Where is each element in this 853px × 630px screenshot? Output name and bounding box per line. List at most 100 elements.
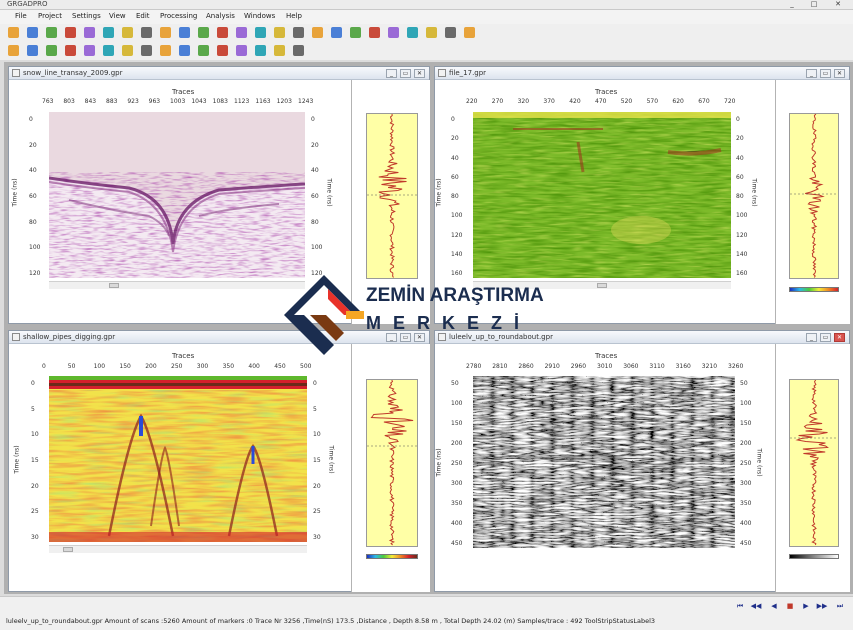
print-icon[interactable] — [46, 27, 57, 38]
dig-icon[interactable] — [179, 45, 190, 56]
filter-icon[interactable] — [8, 45, 19, 56]
nav-next-button[interactable]: ▶ — [800, 602, 812, 611]
screen-icon[interactable] — [274, 45, 285, 56]
nav-first-button[interactable]: ⏮ — [734, 602, 746, 611]
y-tick-label-right: 40 — [736, 154, 744, 162]
table-icon[interactable] — [179, 27, 190, 38]
y-tick-label-right: 20 — [736, 135, 744, 143]
menu-view[interactable]: View — [109, 12, 126, 20]
flag-icon[interactable] — [388, 27, 399, 38]
undo-icon[interactable] — [236, 27, 247, 38]
radar-window-shallow-pipes[interactable]: shallow_pipes_digging.gpr _ ▭ ✕ Traces T… — [8, 330, 430, 592]
marker-icon[interactable] — [141, 45, 152, 56]
menu-processing[interactable]: Processing — [160, 12, 197, 20]
cut-icon[interactable] — [293, 27, 304, 38]
maximize-button[interactable]: □ — [806, 0, 822, 9]
radargram-plot[interactable] — [473, 376, 735, 548]
window-minimize-button[interactable]: _ — [806, 333, 817, 342]
layers-icon[interactable] — [27, 45, 38, 56]
y-tick-label-left: 80 — [29, 218, 37, 226]
arrow-icon[interactable] — [198, 27, 209, 38]
grid-icon[interactable] — [160, 27, 171, 38]
horizontal-scrollbar[interactable] — [49, 281, 305, 289]
window-title: shallow_pipes_digging.gpr — [23, 333, 116, 341]
notes-icon[interactable] — [122, 27, 133, 38]
window-restore-button[interactable]: ▭ — [820, 333, 831, 342]
scroll-thumb[interactable] — [109, 283, 119, 288]
nav-prev-fast-button[interactable]: ◀◀ — [750, 602, 762, 611]
radargram-plot[interactable] — [49, 112, 305, 278]
window-minimize-button[interactable]: _ — [386, 69, 397, 78]
y-axis-title-right: Time (ns) — [755, 448, 763, 477]
nav-stop-button[interactable]: ■ — [784, 602, 796, 611]
save-icon[interactable] — [27, 27, 38, 38]
y-tick-label-right: 450 — [740, 540, 752, 547]
horizontal-scrollbar[interactable] — [49, 545, 307, 553]
y-axis-title-left: Time (ns) — [11, 178, 19, 207]
folder-icon[interactable] — [65, 27, 76, 38]
x-tick-label: 520 — [620, 98, 633, 105]
pin-icon[interactable] — [160, 45, 171, 56]
radargram-plot[interactable] — [473, 112, 731, 278]
radargram-plot[interactable] — [49, 376, 307, 542]
arrow-icon[interactable] — [217, 27, 228, 38]
menu-file[interactable]: File — [15, 12, 27, 20]
nav-last-button[interactable]: ⏭ — [834, 602, 846, 611]
y-tick-label-left: 200 — [451, 440, 463, 447]
pin-icon[interactable] — [84, 45, 95, 56]
hand-icon[interactable] — [331, 27, 342, 38]
close-button[interactable]: ✕ — [830, 0, 846, 9]
x-tick-label: 500 — [300, 363, 312, 370]
shape-icon[interactable] — [445, 27, 456, 38]
window-close-button[interactable]: ✕ — [834, 69, 845, 78]
tool-icon[interactable] — [46, 45, 57, 56]
open-icon[interactable] — [8, 27, 19, 38]
menu-project[interactable]: Project — [38, 12, 62, 20]
window-restore-button[interactable]: ▭ — [400, 69, 411, 78]
export-icon[interactable] — [293, 45, 304, 56]
window-close-button[interactable]: ✕ — [414, 69, 425, 78]
x-tick-label: 320 — [517, 98, 530, 105]
radar-window-luleelv[interactable]: luleelv_up_to_roundabout.gpr _ ▭ ✕ Trace… — [434, 330, 850, 592]
menu-windows[interactable]: Windows — [244, 12, 275, 20]
tree-icon[interactable] — [426, 27, 437, 38]
window-close-button[interactable]: ✕ — [834, 333, 845, 342]
marker-icon[interactable] — [407, 27, 418, 38]
x-tick-label: 2810 — [492, 363, 508, 370]
nav-next-fast-button[interactable]: ▶▶ — [816, 602, 828, 611]
menu-help[interactable]: Help — [286, 12, 302, 20]
cross-icon[interactable] — [65, 45, 76, 56]
cut-icon[interactable] — [255, 45, 266, 56]
y-tick-label-right: 100 — [736, 212, 748, 220]
y-tick-label-left: 15 — [31, 457, 39, 464]
layer-icon[interactable] — [198, 45, 209, 56]
y-tick-label-left: 0 — [451, 116, 455, 123]
menu-settings[interactable]: Settings — [72, 12, 101, 20]
scissors-icon[interactable] — [84, 27, 95, 38]
menu-analysis[interactable]: Analysis — [206, 12, 235, 20]
scroll-thumb[interactable] — [63, 547, 73, 552]
help-icon[interactable] — [464, 27, 475, 38]
grid-icon[interactable] — [122, 45, 133, 56]
scroll-thumb[interactable] — [597, 283, 607, 288]
grid-icon[interactable] — [141, 27, 152, 38]
eraser-icon[interactable] — [274, 27, 285, 38]
radar-icon[interactable] — [103, 45, 114, 56]
x-tick-label: 1123 — [234, 98, 250, 105]
nav-prev-button[interactable]: ◀ — [768, 602, 780, 611]
y-tick-label-right: 160 — [736, 270, 748, 277]
ruler-icon[interactable] — [255, 27, 266, 38]
map-icon[interactable] — [312, 27, 323, 38]
window-restore-button[interactable]: ▭ — [820, 69, 831, 78]
chart-icon[interactable] — [103, 27, 114, 38]
color-icon[interactable] — [217, 45, 228, 56]
spectrum-icon[interactable] — [236, 45, 247, 56]
x-tick-label: 470 — [595, 98, 607, 105]
y-tick-label-left: 40 — [29, 167, 37, 175]
menu-edit[interactable]: Edit — [136, 12, 150, 20]
filter-icon[interactable] — [350, 27, 361, 38]
minimize-button[interactable]: _ — [784, 0, 800, 9]
window-minimize-button[interactable]: _ — [806, 69, 817, 78]
target-icon[interactable] — [369, 27, 380, 38]
window-header: snow_line_transay_2009.gpr _ ▭ ✕ — [9, 67, 429, 80]
